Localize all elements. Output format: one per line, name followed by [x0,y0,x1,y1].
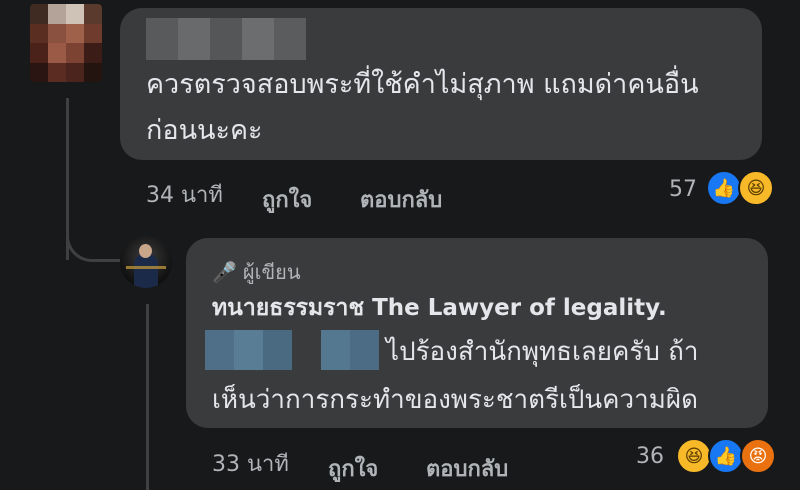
reply-button-label: ตอบกลับ [426,457,509,482]
avatar-logo-line [126,266,166,269]
blurred-commenter-name[interactable] [146,18,306,60]
like-button[interactable]: ถูกใจ [328,451,378,486]
author-avatar[interactable] [120,236,172,288]
haha-icon[interactable]: 😆 [738,170,774,206]
like-button-label: ถูกใจ [262,188,313,213]
avatar-head [139,244,152,258]
like-icon[interactable]: 👍 [706,170,742,206]
like-button[interactable]: ถูกใจ [262,182,312,217]
comment-timestamp[interactable]: 34 นาที [146,177,223,212]
reply-button-label: ตอบกลับ [360,188,443,213]
comment-text-line: ควรตรวจสอบพระที่ใช้คำไม่สุภาพ แถมด่าคนอื… [146,69,699,100]
angry-icon[interactable]: 😡 [740,438,776,474]
reply-button[interactable]: ตอบกลับ [426,451,508,486]
like-button-label: ถูกใจ [328,457,379,482]
reply-button[interactable]: ตอบกลับ [360,182,442,217]
blurred-mention[interactable] [205,330,379,370]
reaction-count[interactable]: 36 [636,444,664,469]
author-badge: 🎤 ผู้เขียน [212,256,301,288]
author-badge-label: ผู้เขียน [242,260,301,284]
comment-text: ควรตรวจสอบพระที่ใช้คำไม่สุภาพ แถมด่าคนอื… [146,62,746,154]
thread-connector [66,228,120,262]
reply-thread-line [146,304,149,490]
like-icon[interactable]: 👍 [708,438,744,474]
comment-text-line: ก่อนนะคะ [146,115,263,146]
haha-icon[interactable]: 😆 [676,438,712,474]
commenter-avatar[interactable] [30,4,102,82]
reaction-count[interactable]: 57 [669,177,697,202]
reply-text-line: เห็นว่าการกระทำของพระชาตรีเป็นความผิด [212,385,698,415]
microphone-icon: 🎤 [212,260,237,284]
avatar-figure [134,254,158,288]
reply-timestamp[interactable]: 33 นาที [212,446,289,481]
reply-text-line: ไปร้องสำนักพุทธเลยครับ ถ้า [386,337,699,367]
page-name-link[interactable]: ทนายธรรมราช The Lawyer of legality. [212,290,667,326]
